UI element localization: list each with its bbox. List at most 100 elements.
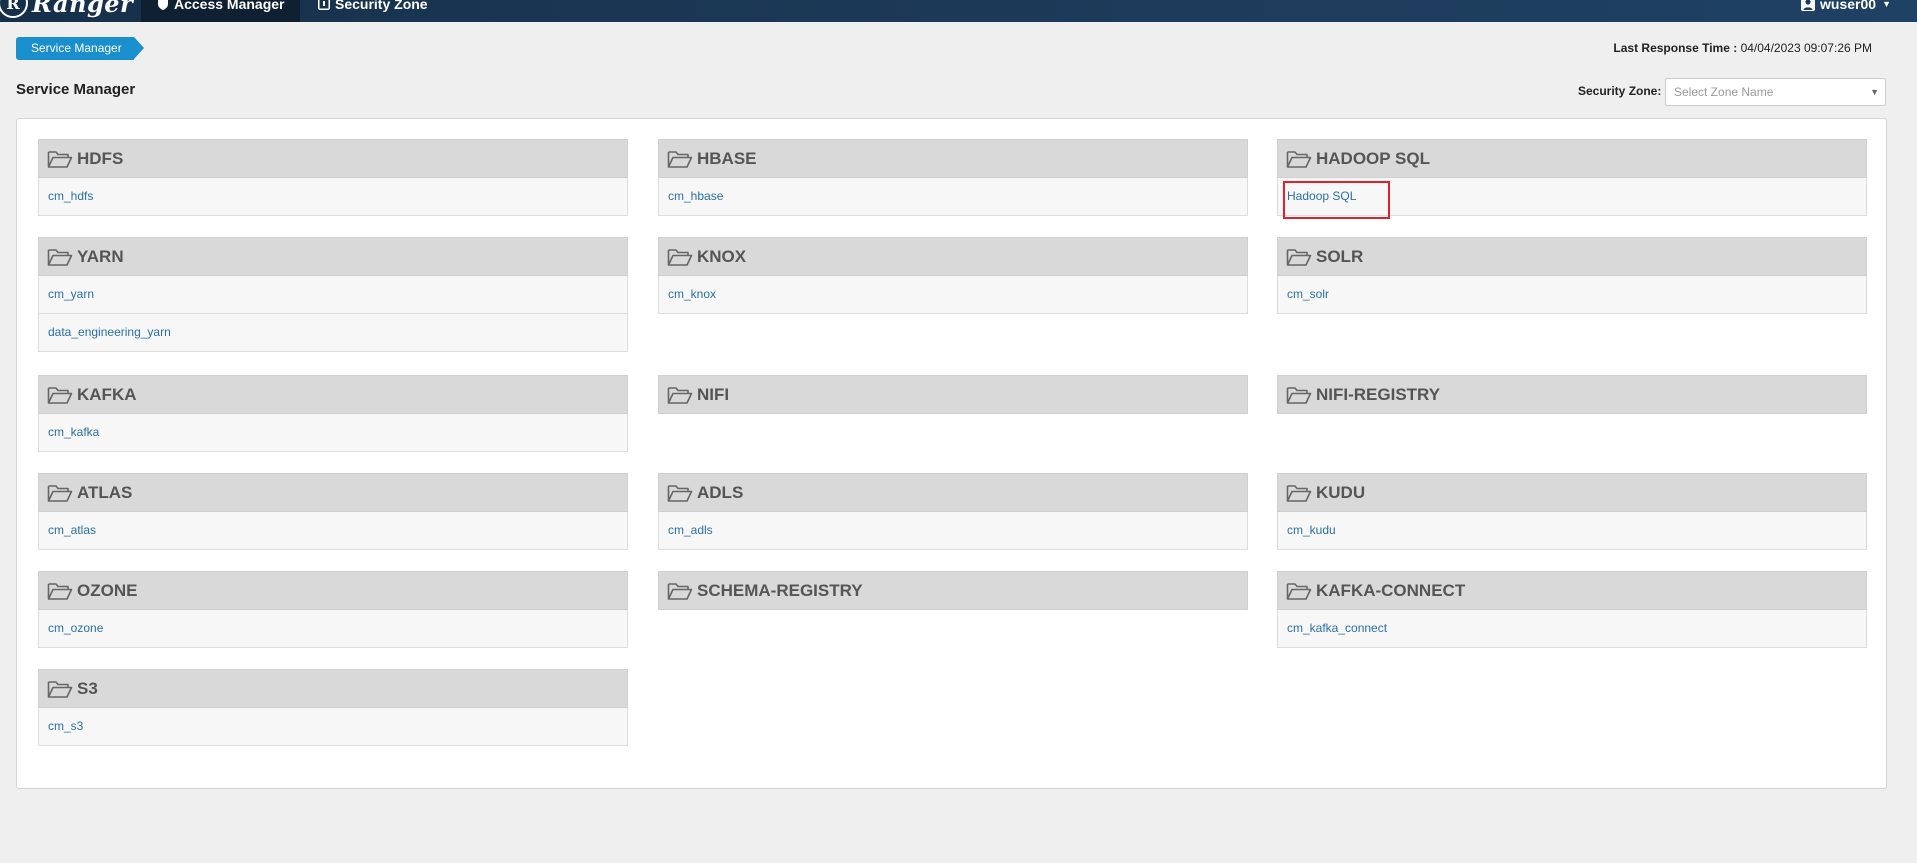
service-group-knox: KNOX cm_knox (658, 237, 1248, 314)
service-group-yarn: YARN cm_yarn data_engineering_yarn (38, 237, 628, 352)
folder-open-icon (667, 582, 693, 600)
service-link[interactable]: cm_solr (1277, 276, 1867, 314)
chevron-down-icon: ▼ (1882, 0, 1891, 9)
service-header: HADOOP SQL (1277, 139, 1867, 178)
service-name: KAFKA (77, 384, 137, 404)
ranger-logo-icon: R (0, 0, 28, 18)
service-name: KNOX (697, 246, 747, 266)
service-name: YARN (77, 246, 124, 266)
service-group-ozone: OZONE cm_ozone (38, 571, 628, 648)
user-menu[interactable]: wuser00 ▼ (1801, 0, 1891, 22)
last-response-value: 04/04/2023 09:07:26 PM (1740, 41, 1872, 55)
service-name: OZONE (77, 580, 138, 600)
service-name: S3 (77, 678, 98, 698)
service-group-kafka: KAFKA cm_kafka (38, 375, 628, 452)
service-group-schema-registry: SCHEMA-REGISTRY (658, 571, 1248, 610)
folder-open-icon (667, 484, 693, 502)
service-header: ADLS (658, 473, 1248, 512)
service-link[interactable]: cm_s3 (38, 708, 628, 746)
brand[interactable]: R Ranger (0, 0, 133, 18)
service-group-nifi-registry: NIFI-REGISTRY (1277, 375, 1867, 414)
breadcrumb-service-manager: Service Manager (16, 37, 134, 60)
service-name: HDFS (77, 148, 124, 168)
service-group-kudu: KUDU cm_kudu (1277, 473, 1867, 550)
security-zone-label: Security Zone: (1578, 84, 1662, 98)
service-header: KAFKA (38, 375, 628, 414)
folder-open-icon (47, 386, 73, 404)
service-header: SCHEMA-REGISTRY (658, 571, 1248, 610)
service-link[interactable]: cm_adls (658, 512, 1248, 550)
service-header: S3 (38, 669, 628, 708)
folder-open-icon (1286, 248, 1312, 266)
service-header: SOLR (1277, 237, 1867, 276)
service-group-nifi: NIFI (658, 375, 1248, 414)
service-link[interactable]: cm_yarn (38, 276, 628, 314)
service-name: KAFKA-CONNECT (1316, 580, 1466, 600)
service-name: HADOOP SQL (1316, 148, 1430, 168)
service-link[interactable]: Hadoop SQL (1277, 178, 1867, 219)
highlight-box (1283, 181, 1390, 219)
service-header: NIFI (658, 375, 1248, 414)
last-response-time: Last Response Time : 04/04/2023 09:07:26… (1613, 41, 1872, 55)
last-response-label: Last Response Time : (1613, 41, 1738, 55)
service-link[interactable]: cm_hdfs (38, 178, 628, 216)
service-header: NIFI-REGISTRY (1277, 375, 1867, 414)
service-header: OZONE (38, 571, 628, 610)
nav-security-zone[interactable]: Security Zone (303, 0, 428, 22)
breadcrumb[interactable]: Service Manager (16, 37, 144, 60)
folder-open-icon (47, 150, 73, 168)
page-title: Service Manager (16, 81, 136, 98)
folder-open-icon (1286, 150, 1312, 168)
folder-open-icon (1286, 484, 1312, 502)
folder-open-icon (47, 484, 73, 502)
folder-open-icon (47, 248, 73, 266)
service-link[interactable]: cm_knox (658, 276, 1248, 314)
security-zone-icon (318, 0, 330, 10)
nav-security-zone-label: Security Zone (335, 0, 428, 12)
service-name: NIFI-REGISTRY (1316, 384, 1441, 404)
service-link[interactable]: cm_kudu (1277, 512, 1867, 550)
service-name: KUDU (1316, 482, 1366, 502)
service-link[interactable]: cm_kafka_connect (1277, 610, 1867, 648)
service-name: ADLS (697, 482, 744, 502)
service-header: ATLAS (38, 473, 628, 512)
service-group-s3: S3 cm_s3 (38, 669, 628, 746)
service-name: SCHEMA-REGISTRY (697, 580, 863, 600)
folder-open-icon (1286, 386, 1312, 404)
service-group-hdfs: HDFS cm_hdfs (38, 139, 628, 216)
top-navbar: R Ranger Access Manager Security Zone wu… (0, 0, 1917, 22)
service-link[interactable]: cm_kafka (38, 414, 628, 452)
service-name: HBASE (697, 148, 757, 168)
service-name: NIFI (697, 384, 730, 404)
service-group-kafka-connect: KAFKA-CONNECT cm_kafka_connect (1277, 571, 1867, 648)
folder-open-icon (667, 150, 693, 168)
dropdown-arrow-icon: ▼ (1870, 87, 1879, 97)
service-group-hbase: HBASE cm_hbase (658, 139, 1248, 216)
service-header: HDFS (38, 139, 628, 178)
nav-access-manager-label: Access Manager (174, 0, 285, 12)
user-name: wuser00 (1820, 0, 1877, 12)
service-header: KNOX (658, 237, 1248, 276)
service-link[interactable]: cm_hbase (658, 178, 1248, 216)
folder-open-icon (47, 582, 73, 600)
service-link[interactable]: cm_ozone (38, 610, 628, 648)
service-header: KAFKA-CONNECT (1277, 571, 1867, 610)
shield-icon (158, 0, 168, 10)
service-name: SOLR (1316, 246, 1364, 266)
service-group-hadoop-sql: HADOOP SQL Hadoop SQL (1277, 139, 1867, 219)
nav-access-manager[interactable]: Access Manager (141, 0, 300, 22)
service-header: KUDU (1277, 473, 1867, 512)
service-name: ATLAS (77, 482, 133, 502)
breadcrumb-arrow (133, 37, 144, 59)
service-panel: HDFS cm_hdfs HBASE cm_hbase HADOOP SQL H… (16, 118, 1887, 789)
brand-name: Ranger (32, 0, 134, 18)
folder-open-icon (667, 248, 693, 266)
security-zone-select[interactable]: Select Zone Name ▼ (1665, 78, 1886, 106)
folder-open-icon (47, 680, 73, 698)
service-header: HBASE (658, 139, 1248, 178)
service-group-solr: SOLR cm_solr (1277, 237, 1867, 314)
service-link[interactable]: cm_atlas (38, 512, 628, 550)
service-group-adls: ADLS cm_adls (658, 473, 1248, 550)
folder-open-icon (667, 386, 693, 404)
service-link[interactable]: data_engineering_yarn (38, 314, 628, 352)
